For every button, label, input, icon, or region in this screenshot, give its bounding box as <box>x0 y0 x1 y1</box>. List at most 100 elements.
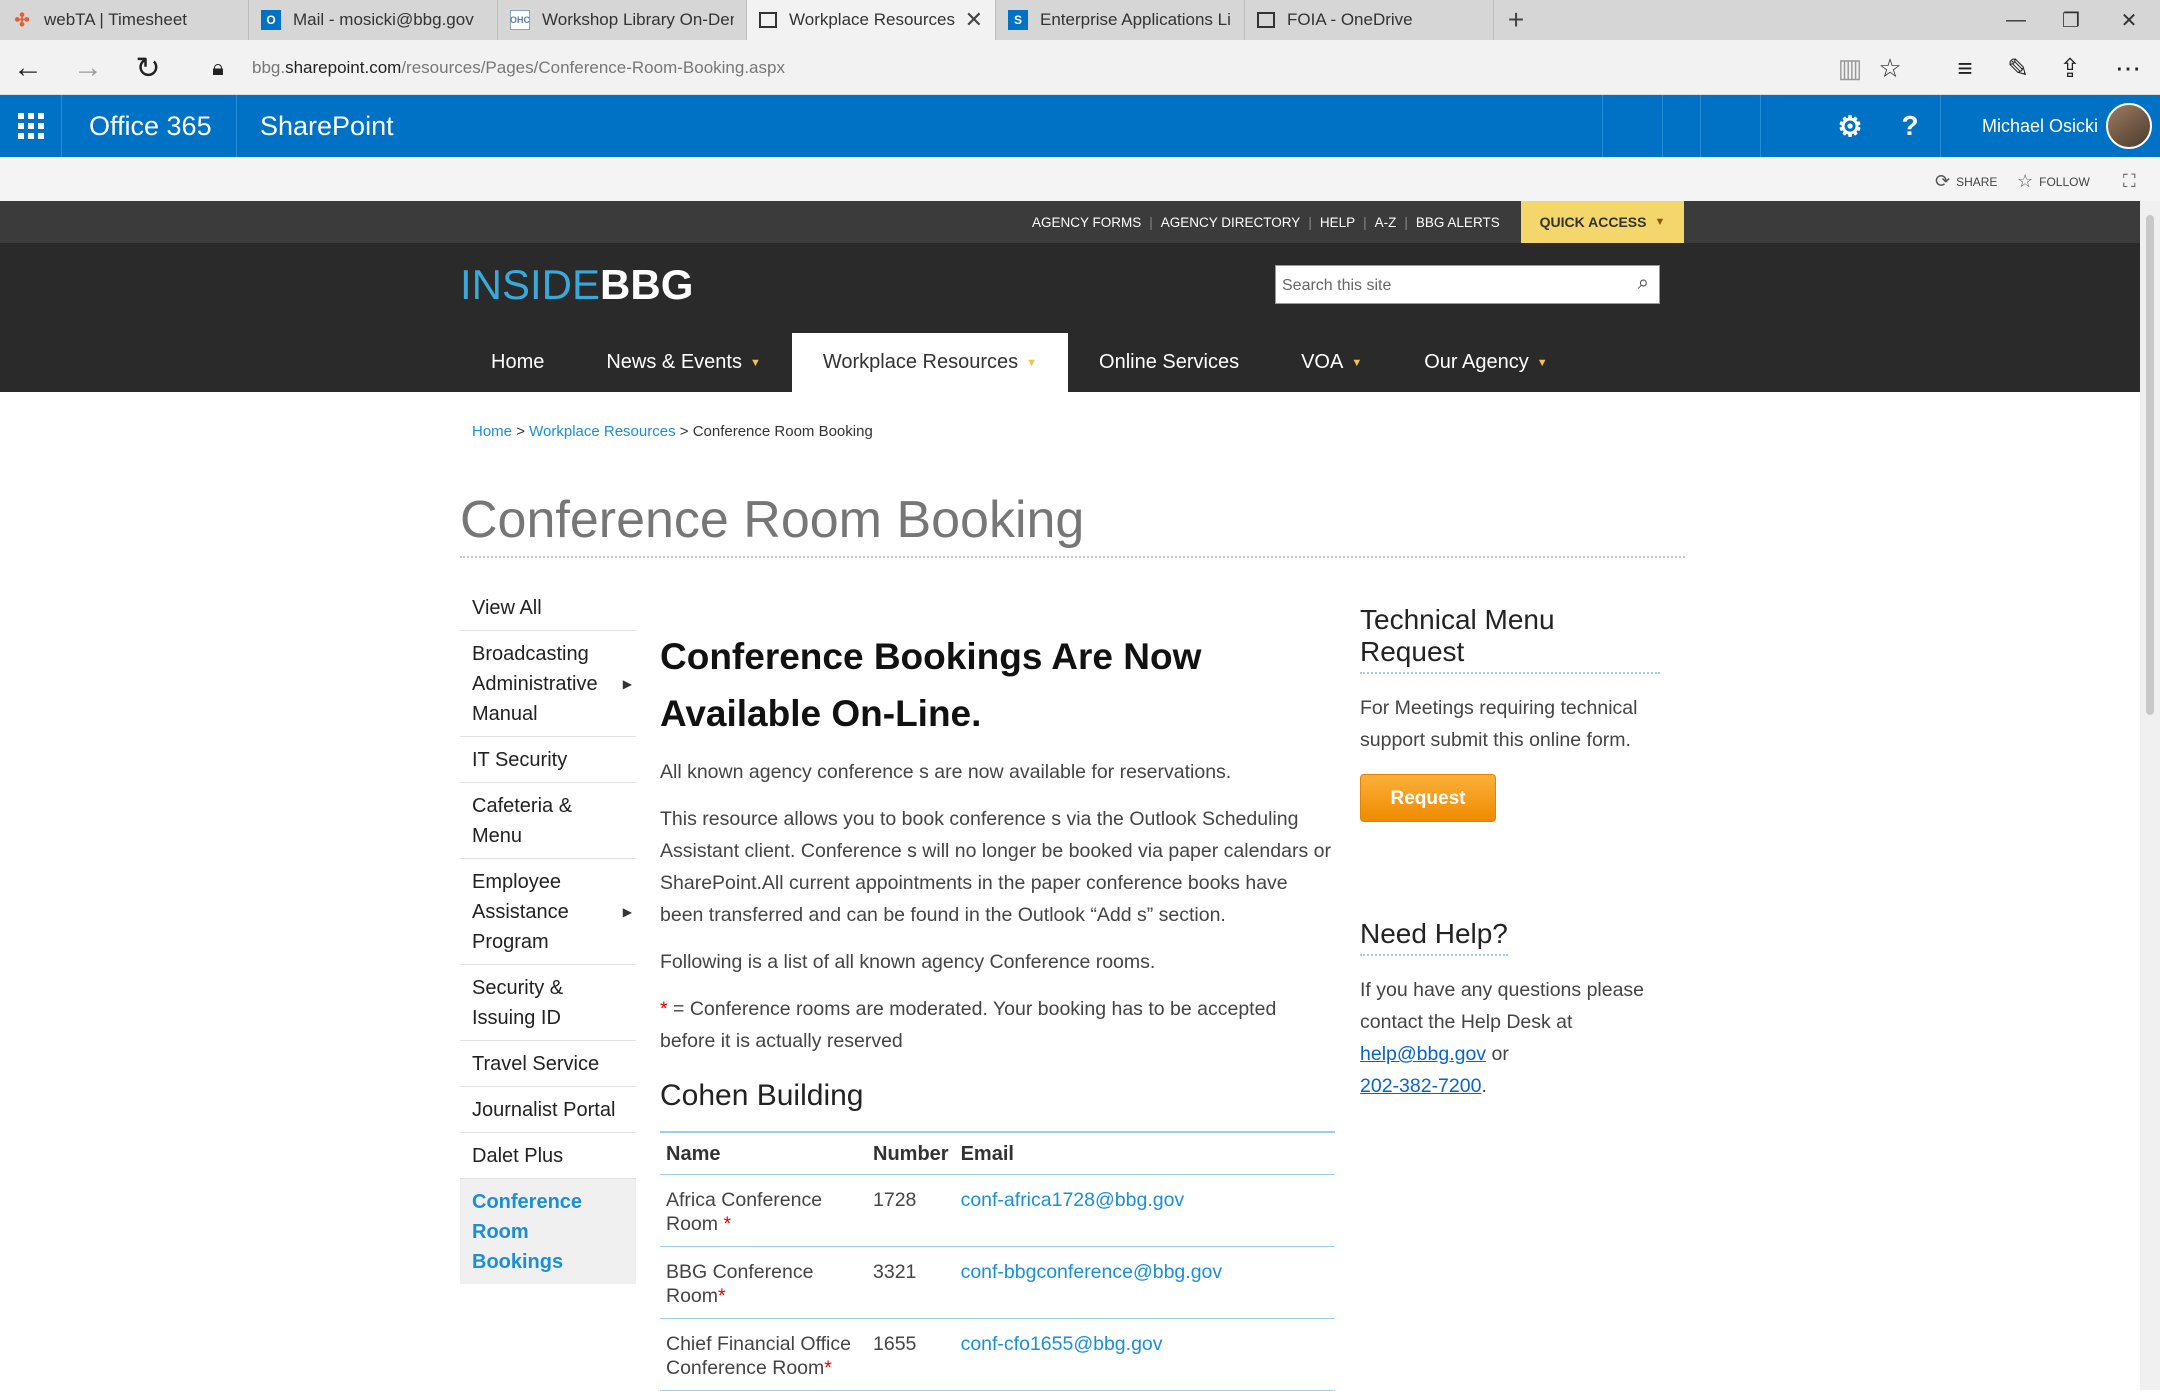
help-email-link[interactable]: help@bbg.gov <box>1360 1043 1486 1065</box>
room-email-link[interactable]: conf-africa1728@bbg.gov <box>954 1174 1335 1247</box>
search-input[interactable]: Search this site <box>1282 277 1391 295</box>
leftnav-it-security[interactable]: IT Security <box>460 737 636 783</box>
help-text: If you have any questions please contact… <box>1360 979 1645 1097</box>
site-header: INSIDEBBG Search this site ⌕ Home News &… <box>0 243 2140 392</box>
caret-down-icon: ▼ <box>1654 216 1666 228</box>
leftnav-cafeteria-menu[interactable]: Cafeteria & Menu <box>460 783 636 859</box>
leftnav-broadcasting-admin-manual[interactable]: Broadcasting Administrative Manual ▶ <box>460 631 636 737</box>
close-tab-icon[interactable]: ✕ <box>965 7 983 33</box>
agency-directory-link[interactable]: AGENCY DIRECTORY <box>1161 215 1301 230</box>
focus-content-button[interactable]: ⛶ <box>2123 171 2142 192</box>
tab-title: Enterprise Applications Limi <box>1040 10 1232 29</box>
follow-button[interactable]: ☆ FOLLOW <box>2017 171 2090 192</box>
lock-icon: 🔒︎ <box>212 55 224 80</box>
request-button[interactable]: Request <box>1360 774 1496 822</box>
room-number: 1655 <box>867 1318 955 1391</box>
forward-icon[interactable]: → <box>68 48 108 88</box>
caret-right-icon[interactable]: ▶ <box>623 897 632 927</box>
back-icon[interactable]: ← <box>8 48 48 88</box>
caret-down-icon: ▼ <box>749 356 761 369</box>
settings-gear-icon[interactable]: ⚙ <box>1820 95 1880 157</box>
search-icon[interactable]: ⌕ <box>1638 272 1649 295</box>
restore-icon[interactable]: ❐ <box>2040 0 2102 40</box>
a-z-link[interactable]: A-Z <box>1375 215 1397 230</box>
bbg-alerts-link[interactable]: BBG ALERTS <box>1416 215 1500 230</box>
room-email-link[interactable]: conf-bbgconference@bbg.gov <box>954 1246 1335 1319</box>
nav-home[interactable]: Home <box>460 333 575 392</box>
user-name[interactable]: Michael Osicki <box>1982 95 2098 157</box>
breadcrumb-current: Conference Room Booking <box>692 423 873 440</box>
tab-title: Mail - mosicki@bbg.gov <box>293 10 474 29</box>
browser-tab[interactable]: ✣ webTA | Timesheet <box>0 0 249 40</box>
caret-right-icon[interactable]: ▶ <box>623 669 632 699</box>
leftnav-journalist-portal[interactable]: Journalist Portal <box>460 1087 636 1133</box>
help-icon[interactable]: ? <box>1880 95 1940 157</box>
leftnav-employee-assistance[interactable]: Employee Assistance Program ▶ <box>460 859 636 965</box>
article-heading: Conference Bookings Are Now Available On… <box>660 636 1202 734</box>
caret-down-icon: ▼ <box>1536 356 1548 369</box>
hub-icon[interactable]: ≡ <box>1945 48 1985 88</box>
leftnav-security-issuing-id[interactable]: Security & Issuing ID <box>460 965 636 1041</box>
help-heading: Need Help? <box>1360 918 1508 956</box>
tab-title: Workshop Library On-Dema <box>542 10 734 29</box>
web-note-icon[interactable]: ✎ <box>1998 48 2038 88</box>
room-name: Chief Financial Office Conference Room* <box>660 1318 867 1391</box>
page-icon <box>1257 12 1275 28</box>
user-avatar[interactable] <box>2106 103 2152 149</box>
nav-online-services[interactable]: Online Services <box>1068 333 1270 392</box>
inside-bbg-logo[interactable]: INSIDEBBG <box>460 261 693 309</box>
right-sidebar: Technical Menu Request For Meetings requ… <box>1360 604 1660 1102</box>
help-box: Need Help? If you have any questions ple… <box>1360 918 1660 1102</box>
agency-forms-link[interactable]: AGENCY FORMS <box>1032 215 1141 230</box>
quick-access-button[interactable]: QUICK ACCESS ▼ <box>1521 201 1684 243</box>
nav-our-agency[interactable]: Our Agency ▼ <box>1393 333 1578 392</box>
room-email-link[interactable]: conf-cfo1655@bbg.gov <box>954 1318 1335 1391</box>
scrollbar-thumb[interactable] <box>2146 215 2154 715</box>
webta-icon: ✣ <box>14 9 30 30</box>
browser-tab[interactable]: OHC Workshop Library On-Dema <box>498 0 747 40</box>
col-number: Number <box>867 1132 955 1175</box>
share-button[interactable]: ⟳ SHARE <box>1935 171 1997 192</box>
url-field[interactable]: bbg.sharepoint.com/resources/Pages/Confe… <box>252 58 785 78</box>
help-link[interactable]: HELP <box>1320 215 1355 230</box>
share-browser-icon[interactable]: ⇪ <box>2050 48 2090 88</box>
minimize-icon[interactable]: — <box>1985 0 2047 40</box>
browser-tab[interactable]: FOIA - OneDrive <box>1245 0 1494 40</box>
article-paragraph: This resource allows you to book confere… <box>660 808 1331 926</box>
nav-voa[interactable]: VOA ▼ <box>1270 333 1393 392</box>
nav-workplace-resources[interactable]: Workplace Resources ▼ <box>791 333 1069 392</box>
favorite-star-icon[interactable]: ☆ <box>1870 48 1910 88</box>
refresh-icon[interactable]: ↻ <box>128 48 168 88</box>
browser-tab-active[interactable]: Workplace Resources Co ✕ <box>747 0 996 40</box>
main-navigation: Home News & Events ▼ Workplace Resources ▼… <box>460 333 1579 392</box>
reading-view-icon[interactable]: ▥ <box>1830 48 1870 88</box>
star-icon: ☆ <box>2017 171 2034 191</box>
table-row: Africa Conference Room * 1728 conf-afric… <box>660 1174 1335 1247</box>
article-paragraph: Following is a list of all known agency … <box>660 951 1156 973</box>
site-search-box[interactable]: Search this site ⌕ <box>1275 265 1660 304</box>
sharepoint-icon: S <box>1008 10 1028 30</box>
tab-title: FOIA - OneDrive <box>1287 10 1413 29</box>
browser-tab[interactable]: O Mail - mosicki@bbg.gov <box>249 0 498 40</box>
share-icon: ⟳ <box>1935 171 1951 191</box>
leftnav-travel-service[interactable]: Travel Service <box>460 1041 636 1087</box>
new-tab-button[interactable]: + <box>1494 0 1538 40</box>
more-icon[interactable]: ⋯ <box>2108 48 2148 88</box>
breadcrumb-home[interactable]: Home <box>472 423 512 440</box>
close-window-icon[interactable]: ✕ <box>2098 0 2160 40</box>
breadcrumb-workplace-resources[interactable]: Workplace Resources <box>529 423 675 440</box>
focus-icon: ⛶ <box>2123 171 2136 191</box>
room-name: BBG Conference Room* <box>660 1246 867 1319</box>
utility-links: AGENCY FORMS | AGENCY DIRECTORY | HELP | A-… <box>1032 214 1500 230</box>
office-365-brand[interactable]: Office 365 <box>89 95 212 157</box>
help-phone-link[interactable]: 202-382-7200 <box>1360 1075 1481 1097</box>
nav-news-events[interactable]: News & Events ▼ <box>575 333 792 392</box>
leftnav-dalet-plus[interactable]: Dalet Plus <box>460 1133 636 1179</box>
room-name: Africa Conference Room * <box>660 1174 867 1247</box>
leftnav-view-all[interactable]: View All <box>460 585 636 631</box>
app-launcher-icon[interactable] <box>0 95 62 157</box>
browser-tab[interactable]: S Enterprise Applications Limi <box>996 0 1245 40</box>
tech-request-heading: Technical Menu Request <box>1360 604 1660 674</box>
leftnav-conference-room-bookings[interactable]: Conference Room Bookings <box>460 1179 636 1284</box>
sharepoint-brand[interactable]: SharePoint <box>260 95 394 157</box>
